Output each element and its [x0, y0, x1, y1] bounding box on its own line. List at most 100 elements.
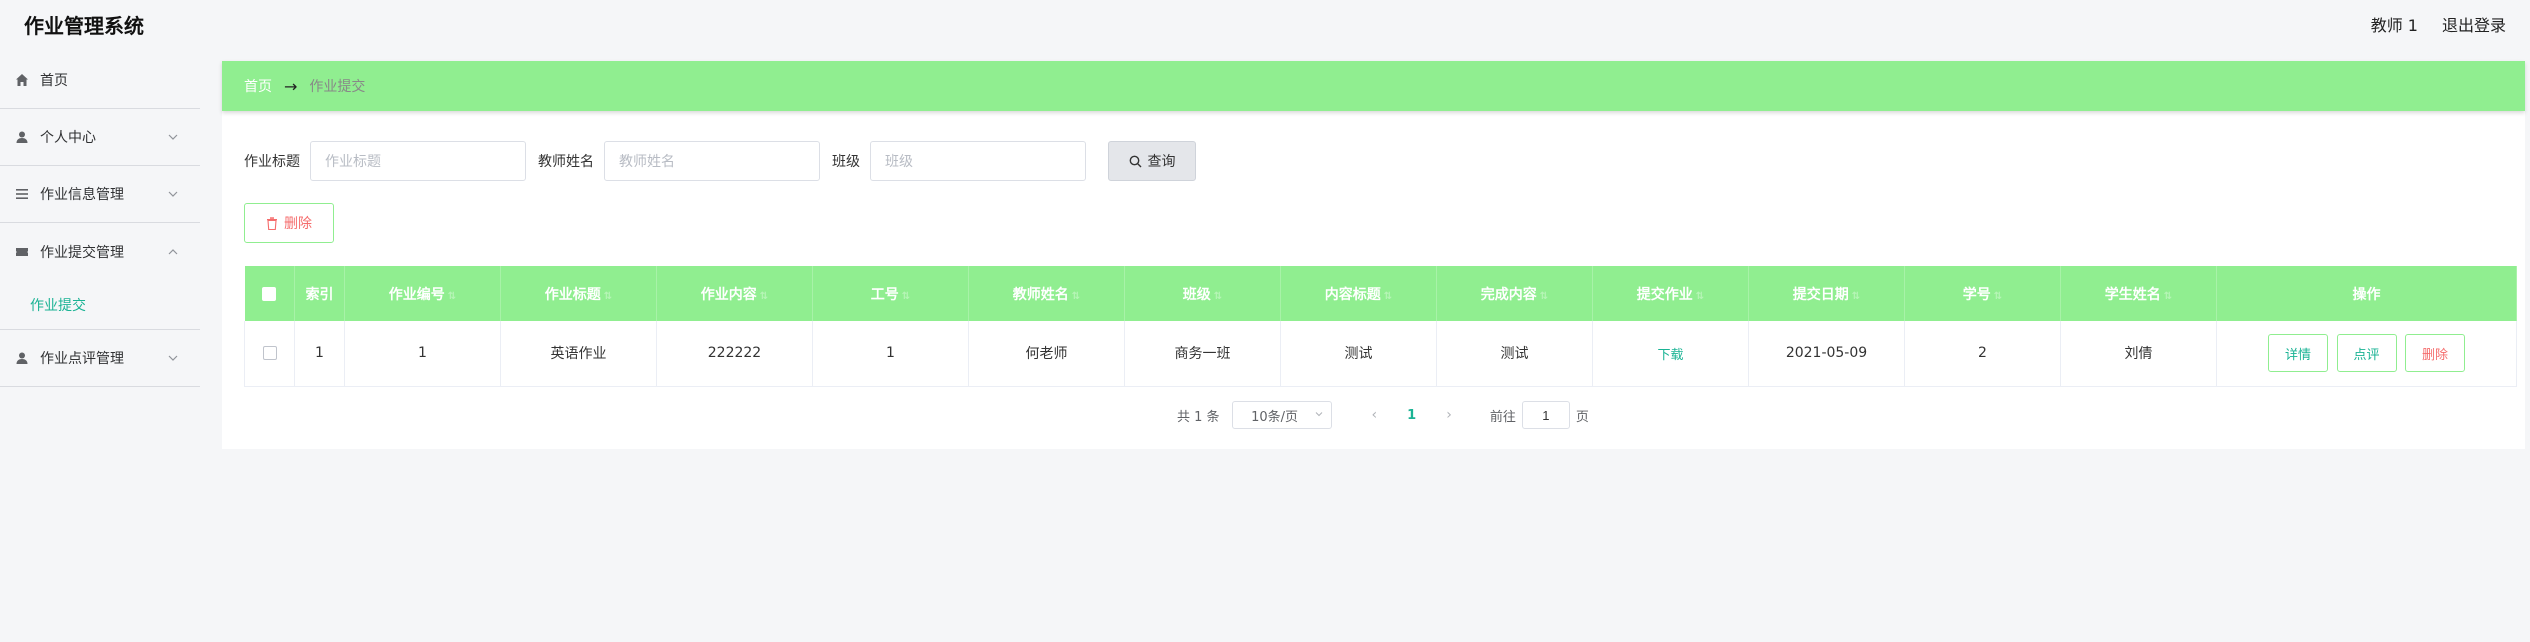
breadcrumb-separator: →: [284, 76, 298, 96]
sort-icon[interactable]: ⇅: [1214, 291, 1222, 302]
page-size-select[interactable]: 10条/页: [1231, 401, 1332, 429]
column-header[interactable]: 作业编号 ⇅: [344, 266, 501, 321]
sidebar-subitem-homework-submit[interactable]: 作业提交: [0, 280, 200, 330]
submission-table: 索引 作业编号 ⇅ 作业标题 ⇅ 作业内容 ⇅ 工号 ⇅ 教师姓名 ⇅ 班级 ⇅ 内容标题 ⇅…: [244, 266, 2517, 387]
column-header[interactable]: 学号 ⇅: [1904, 266, 2061, 321]
column-header: 操作: [2216, 266, 2517, 321]
cell-date: 2021-05-09: [1748, 321, 1905, 387]
chevron-down-icon: [168, 134, 178, 140]
class-search-label: 班级: [832, 154, 860, 170]
column-header[interactable]: 学生姓名 ⇅: [2060, 266, 2217, 321]
cell-submit-file: 下载: [1592, 321, 1749, 387]
home-icon: [14, 72, 30, 88]
goto-prefix: 前往: [1489, 409, 1516, 425]
prev-page-icon[interactable]: ‹: [1372, 407, 1378, 423]
pagination: 共 1 条 10条/页 ‹ 1 › 前往 页: [1177, 400, 1589, 430]
goto-page: 前往 页: [1490, 401, 1589, 429]
column-header[interactable]: 班级 ⇅: [1124, 266, 1281, 321]
cell-student-no: 2: [1904, 321, 2061, 387]
sort-icon[interactable]: ⇅: [760, 291, 768, 302]
class-search-input[interactable]: [870, 141, 1086, 181]
next-page-icon[interactable]: ›: [1446, 407, 1452, 423]
cell-hw-no: 1: [344, 321, 501, 387]
breadcrumb: 首页 → 作业提交: [222, 61, 2525, 111]
cell-class: 商务一班: [1124, 321, 1281, 387]
column-header[interactable]: 提交作业 ⇅: [1592, 266, 1749, 321]
sort-icon[interactable]: ⇅: [902, 291, 910, 302]
search-form: 作业标题 教师姓名 班级 查询: [244, 141, 1196, 181]
cell-staff-no: 1: [812, 321, 969, 387]
column-header[interactable]: 作业标题 ⇅: [500, 266, 657, 321]
row-checkbox[interactable]: [262, 346, 277, 361]
column-header[interactable]: 工号 ⇅: [812, 266, 969, 321]
cell-index: 1: [294, 321, 345, 387]
query-button[interactable]: 查询: [1108, 141, 1196, 181]
sidebar-item-review-management[interactable]: 作业点评管理: [0, 330, 200, 387]
query-button-label: 查询: [1147, 154, 1176, 170]
sort-icon[interactable]: ⇅: [604, 291, 612, 302]
sidebar: 首页 个人中心 作业信息管理 作业提交管理 作业提交 作业点评管理: [0, 52, 200, 642]
download-link[interactable]: 下载: [1657, 348, 1683, 363]
cell-actions: 详情 点评 删除: [2216, 321, 2517, 387]
column-header[interactable]: 内容标题 ⇅: [1280, 266, 1437, 321]
total-count: 共 1 条: [1177, 409, 1220, 425]
sidebar-item-label: 作业点评管理: [40, 351, 124, 367]
sort-icon[interactable]: ⇅: [1994, 291, 2002, 302]
teacher-search-input[interactable]: [604, 141, 820, 181]
sidebar-item-label: 作业提交管理: [40, 244, 124, 261]
title-search-input[interactable]: [310, 141, 526, 181]
sort-icon[interactable]: ⇅: [1852, 291, 1860, 302]
batch-delete-label: 删除: [284, 216, 312, 232]
cell-student-name: 刘倩: [2060, 321, 2217, 387]
sort-icon[interactable]: ⇅: [1072, 291, 1080, 302]
sidebar-item-label: 首页: [40, 73, 68, 89]
current-user-label[interactable]: 教师 1: [2371, 12, 2418, 36]
sort-icon[interactable]: ⇅: [1696, 291, 1704, 302]
sidebar-item-personal-center[interactable]: 个人中心: [0, 109, 200, 166]
sidebar-item-homework-info[interactable]: 作业信息管理: [0, 166, 200, 223]
select-all-header[interactable]: [244, 266, 295, 321]
title-search-label: 作业标题: [244, 154, 300, 170]
search-icon: [1129, 155, 1141, 167]
row-select-cell[interactable]: [244, 321, 295, 387]
detail-button[interactable]: 详情: [2268, 334, 2329, 373]
sidebar-item-label: 作业信息管理: [40, 187, 124, 203]
logout-button[interactable]: 退出登录: [2442, 12, 2506, 36]
chevron-down-icon: [168, 355, 178, 361]
column-header[interactable]: 教师姓名 ⇅: [968, 266, 1125, 321]
page-size-value: 10条/页: [1251, 409, 1299, 425]
user-icon: [14, 129, 30, 145]
sort-icon[interactable]: ⇅: [1384, 291, 1392, 302]
chevron-down-icon: [168, 191, 178, 197]
column-header[interactable]: 作业内容 ⇅: [656, 266, 813, 321]
sort-icon[interactable]: ⇅: [448, 291, 456, 302]
sidebar-item-home[interactable]: 首页: [0, 52, 200, 109]
main-content: 首页 → 作业提交 作业标题 教师姓名 班级 查询 删除 索引: [222, 61, 2525, 449]
list-icon: [14, 186, 30, 202]
chevron-down-icon: [1315, 412, 1322, 417]
top-header: 作业管理系统 教师 1 退出登录: [0, 0, 2530, 48]
chevron-up-icon: [168, 248, 178, 254]
sidebar-item-submission-management[interactable]: 作业提交管理: [0, 223, 200, 280]
header-user-area: 教师 1 退出登录: [2371, 12, 2506, 36]
sidebar-item-label: 个人中心: [40, 130, 96, 146]
table-row: 1 1 英语作业 222222 1 何老师 商务一班 测试 测试 下载 2021…: [244, 321, 2517, 387]
breadcrumb-home[interactable]: 首页: [244, 76, 272, 96]
row-delete-button[interactable]: 删除: [2404, 334, 2465, 373]
review-button[interactable]: 点评: [2336, 334, 2397, 373]
sort-icon[interactable]: ⇅: [1540, 291, 1548, 302]
trash-icon: [267, 216, 277, 230]
cell-hw-title: 英语作业: [500, 321, 657, 387]
cell-done-content: 测试: [1436, 321, 1593, 387]
column-header[interactable]: 提交日期 ⇅: [1748, 266, 1905, 321]
user-icon: [14, 350, 30, 366]
cell-content-title: 测试: [1280, 321, 1437, 387]
batch-delete-button[interactable]: 删除: [244, 203, 334, 243]
sort-icon[interactable]: ⇅: [2164, 291, 2172, 302]
column-header[interactable]: 完成内容 ⇅: [1436, 266, 1593, 321]
goto-page-input[interactable]: [1521, 401, 1570, 429]
app-title: 作业管理系统: [24, 14, 144, 38]
breadcrumb-current: 作业提交: [309, 79, 366, 95]
select-all-checkbox[interactable]: [262, 286, 277, 301]
page-number-current[interactable]: 1: [1407, 408, 1416, 423]
